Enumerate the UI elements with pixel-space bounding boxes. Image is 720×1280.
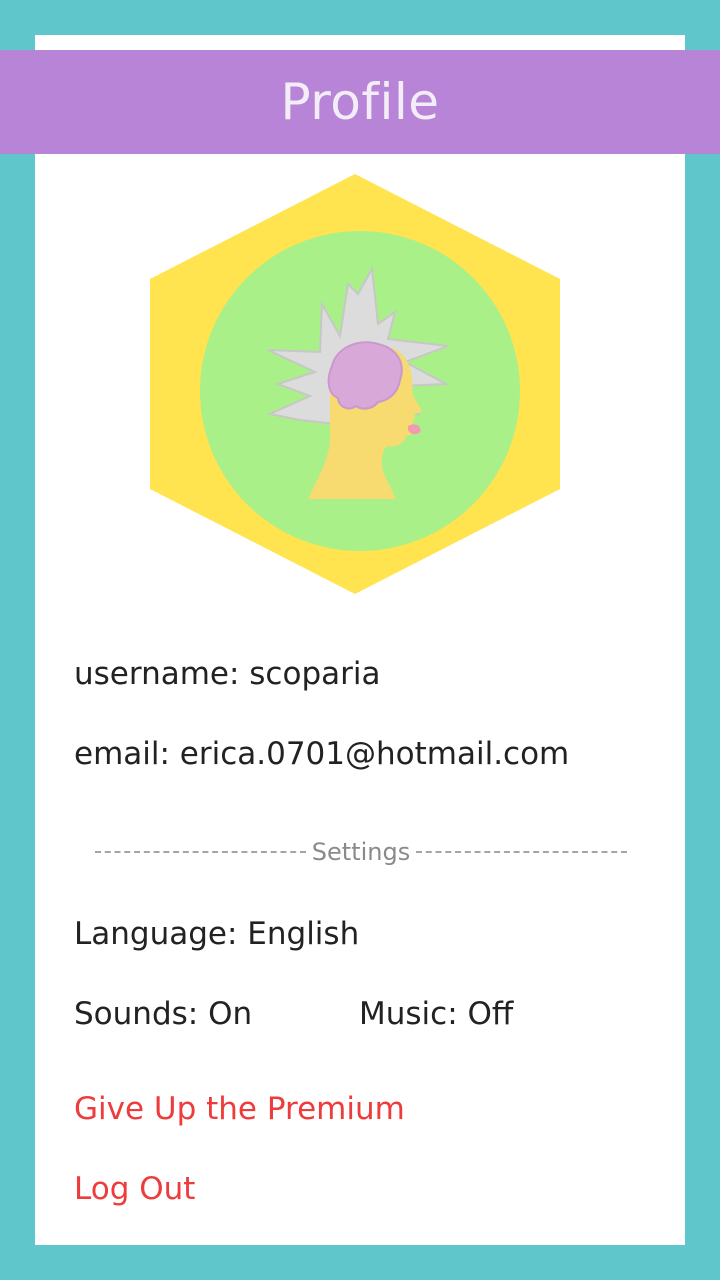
divider-line-left (95, 851, 306, 853)
page-title: Profile (280, 73, 440, 131)
avatar[interactable] (150, 174, 560, 594)
language-setting[interactable]: Language: English (74, 916, 359, 952)
username-text: username: scoparia (74, 656, 381, 692)
settings-heading: Settings (311, 838, 411, 866)
email-text: email: erica.0701@hotmail.com (74, 736, 570, 772)
divider-line-right (416, 851, 627, 853)
app-header: Profile (0, 50, 720, 154)
music-toggle[interactable]: Music: Off (359, 996, 513, 1032)
sounds-toggle[interactable]: Sounds: On (74, 996, 252, 1032)
brain-head-icon (150, 174, 560, 594)
settings-divider: Settings (95, 838, 627, 866)
log-out-button[interactable]: Log Out (74, 1171, 195, 1207)
give-up-premium-button[interactable]: Give Up the Premium (74, 1091, 405, 1127)
